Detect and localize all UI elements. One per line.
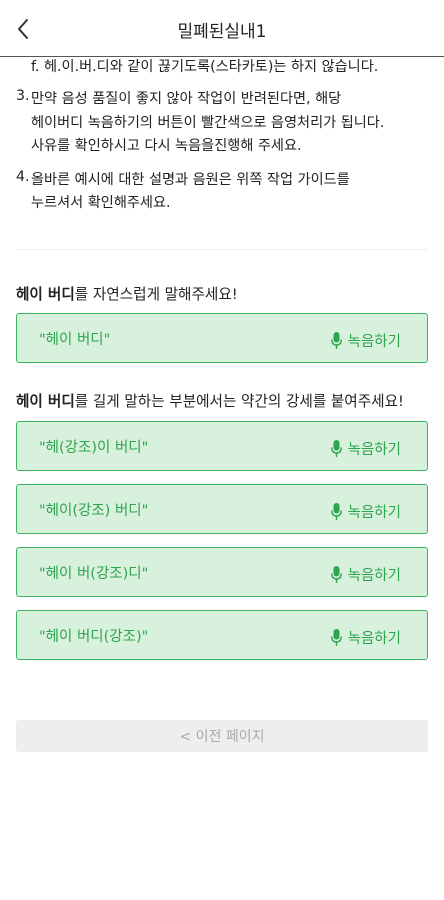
record-card-stress-3[interactable]: "헤이 버(강조)디" 녹음하기 [16, 547, 428, 597]
guide-item-3-line-3: 사유를 확인하시고 다시 녹음을진행해 주세요. [31, 138, 302, 154]
guide-item-4-number: 4. [16, 169, 30, 185]
record-card-stress-2[interactable]: "헤이(강조) 버디" 녹음하기 [16, 484, 428, 534]
record-button[interactable]: 녹음하기 [330, 438, 401, 459]
record-card-stress-4[interactable]: "헤이 버디(강조)" 녹음하기 [16, 610, 428, 660]
guide-item-3-line-2: 헤이버디 녹음하기의 버튼이 빨간색으로 음영처리가 됩니다. [31, 115, 385, 131]
record-phrase: "헤이 버디(강조)" [39, 629, 149, 645]
section-2-title-rest: 를 길게 말하는 부분에서는 약간의 강세를 붙여주세요! [74, 393, 404, 410]
microphone-icon [330, 332, 342, 349]
record-label: 녹음하기 [347, 505, 401, 521]
microphone-icon [330, 503, 342, 520]
record-phrase: "헤(강조)이 버디" [39, 440, 149, 456]
app-header: 밀폐된실내1 [0, 0, 444, 57]
section-divider [16, 249, 428, 250]
section-1-title-bold: 헤이 버디 [16, 286, 75, 303]
record-button[interactable]: 녹음하기 [330, 330, 401, 351]
record-label: 녹음하기 [347, 568, 401, 584]
guide-item-3-number: 3. [16, 88, 30, 104]
section-2-title: 헤이 버디를 길게 말하는 부분에서는 약간의 강세를 붙여주세요! [16, 390, 404, 411]
microphone-icon [330, 440, 342, 457]
record-card-hey-buddy[interactable]: "헤이 버디" 녹음하기 [16, 313, 428, 363]
record-label: 녹음하기 [347, 442, 401, 458]
record-label: 녹음하기 [347, 334, 401, 350]
page-title: 밀폐된실내1 [177, 22, 267, 42]
record-button[interactable]: 녹음하기 [330, 501, 401, 522]
section-2-title-bold: 헤이 버디 [16, 393, 75, 410]
record-button[interactable]: 녹음하기 [330, 627, 401, 648]
guide-item-4-line-2: 누르셔서 확인해주세요. [31, 195, 171, 211]
previous-page-button[interactable]: < 이전 페이지 [16, 720, 428, 752]
record-card-stress-1[interactable]: "헤(강조)이 버디" 녹음하기 [16, 421, 428, 471]
guide-item-f: f. 헤.이.버.디와 같이 끊기도록(스타카토)는 하지 않습니다. [31, 59, 379, 75]
microphone-icon [330, 629, 342, 646]
microphone-icon [330, 566, 342, 583]
guide-item-3-line-1: 만약 음성 품질이 좋지 않아 작업이 반려된다면, 해당 [31, 91, 342, 107]
record-phrase: "헤이 버디" [39, 332, 111, 348]
guide-item-4-line-1: 올바른 예시에 대한 설명과 음원은 위쪽 작업 가이드를 [31, 172, 350, 188]
section-1-title-rest: 를 자연스럽게 말해주세요! [74, 286, 238, 303]
record-phrase: "헤이 버(강조)디" [39, 566, 149, 582]
record-label: 녹음하기 [347, 631, 401, 647]
record-phrase: "헤이(강조) 버디" [39, 503, 149, 519]
record-button[interactable]: 녹음하기 [330, 564, 401, 585]
section-1-title: 헤이 버디를 자연스럽게 말해주세요! [16, 283, 238, 304]
